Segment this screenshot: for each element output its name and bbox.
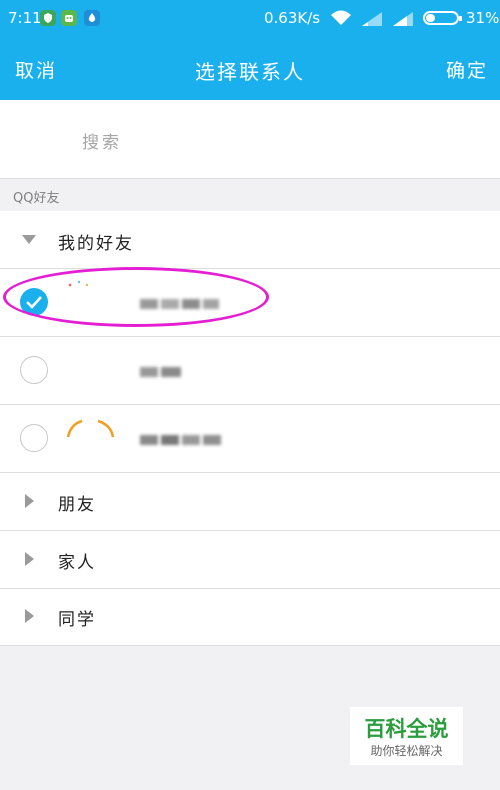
- avatar: [65, 415, 115, 461]
- avatar: [65, 347, 115, 393]
- status-bar: 7:11 0.63K/s 31%: [0, 0, 500, 36]
- section-title: QQ好友: [13, 191, 60, 206]
- group-row-my-friends[interactable]: 我的好友: [0, 211, 500, 269]
- group-label: 家人: [58, 553, 96, 573]
- android-app-icon: [61, 10, 77, 26]
- group-row-classmates[interactable]: 同学: [0, 589, 500, 646]
- contact-row[interactable]: [0, 405, 500, 473]
- highlight-ellipse: [3, 267, 269, 327]
- expand-arrow-icon: [25, 609, 34, 623]
- signal-icon: [393, 11, 413, 30]
- wifi-icon: [330, 9, 352, 30]
- group-label: 同学: [58, 610, 96, 630]
- top-nav-bar: 取消 选择联系人 确定: [0, 36, 500, 100]
- watermark-subtitle: 助你轻松解决: [370, 744, 443, 758]
- battery-percent: 31%: [466, 9, 500, 27]
- section-header: QQ好友: [0, 179, 500, 211]
- battery-icon: [423, 11, 459, 25]
- group-row-friends[interactable]: 朋友: [0, 473, 500, 531]
- search-bar[interactable]: 搜索: [0, 100, 500, 179]
- search-input[interactable]: 搜索: [82, 128, 122, 153]
- page-title: 选择联系人: [195, 60, 305, 84]
- droplet-app-icon: [84, 10, 100, 26]
- group-label: 朋友: [58, 495, 96, 515]
- contact-name: [140, 364, 182, 378]
- status-time: 7:11: [8, 9, 42, 27]
- expand-arrow-icon: [25, 494, 34, 508]
- signal-icon: [362, 11, 382, 30]
- expand-arrow-icon: [25, 552, 34, 566]
- checkbox-unchecked-icon[interactable]: [20, 424, 48, 452]
- group-row-family[interactable]: 家人: [0, 531, 500, 589]
- contact-name: [140, 432, 222, 446]
- watermark-title: 百科全说: [364, 717, 449, 741]
- shield-app-icon: [40, 10, 56, 26]
- checkbox-unchecked-icon[interactable]: [20, 356, 48, 384]
- battery-cap: [459, 16, 462, 21]
- contact-row[interactable]: [0, 337, 500, 405]
- watermark-logo: 百科全说 助你轻松解决: [350, 707, 463, 765]
- confirm-button[interactable]: 确定: [446, 56, 488, 83]
- network-speed: 0.63K/s: [264, 9, 321, 27]
- group-label: 我的好友: [58, 234, 134, 254]
- expand-arrow-icon: [22, 235, 36, 244]
